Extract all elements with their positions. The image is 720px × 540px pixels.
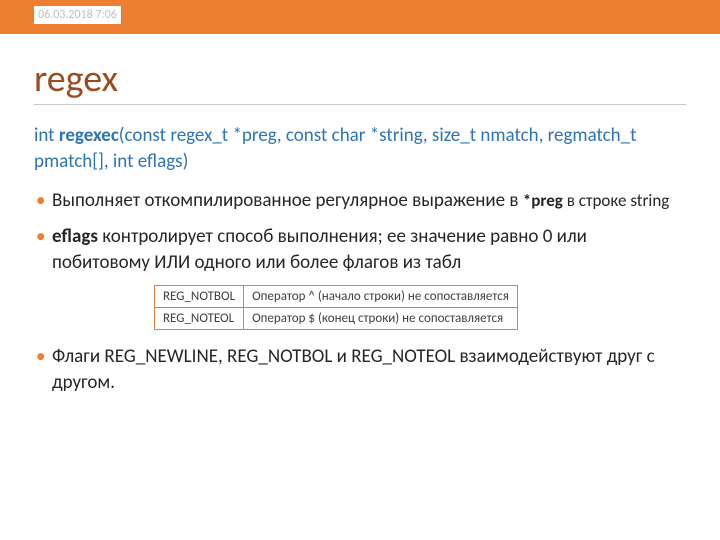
slide-title: regex: [34, 56, 686, 105]
flag-name: REG_NOTBOL: [155, 286, 244, 308]
bullet-item: Флаги REG_NEWLINE, REG_NOTBOL и REG_NOTE…: [34, 344, 686, 395]
flag-desc: Оператор $ (конец строки) не сопоставляе…: [244, 308, 518, 330]
flag-name: REG_NOTEOL: [155, 308, 244, 330]
sig-return: int: [34, 124, 59, 147]
table-row: REG_NOTBOL Оператор ^ (начало строки) не…: [155, 286, 518, 308]
bullet-text: Выполняет откомпилированное регулярное в…: [52, 189, 523, 212]
slide-body: regex int regexec(const regex_t *preg, c…: [0, 34, 720, 395]
bullet-text: контролирует способ выполнения; ее значе…: [52, 225, 587, 274]
table-row: REG_NOTEOL Оператор $ (конец строки) не …: [155, 308, 518, 330]
bullet-strong: *preg: [523, 190, 563, 211]
flags-table: REG_NOTBOL Оператор ^ (начало строки) не…: [154, 285, 518, 330]
timestamp: 06.03.2018 7:06: [34, 6, 121, 24]
function-signature: int regexec(const regex_t *preg, const c…: [34, 123, 686, 174]
bullet-strong: eflags: [52, 225, 98, 248]
bullet-list: Выполняет откомпилированное регулярное в…: [34, 188, 686, 275]
bullet-item: eflags контролирует способ выполнения; е…: [34, 224, 686, 275]
bullet-text: Флаги REG_NEWLINE, REG_NOTBOL и REG_NOTE…: [52, 345, 655, 394]
bullet-text: в строке string: [563, 190, 669, 211]
flag-desc: Оператор ^ (начало строки) не сопоставля…: [244, 286, 518, 308]
sig-args: (const regex_t *preg, const char *string…: [34, 124, 636, 173]
bullet-list: Флаги REG_NEWLINE, REG_NOTBOL и REG_NOTE…: [34, 344, 686, 395]
sig-name: regexec: [59, 124, 119, 147]
bullet-item: Выполняет откомпилированное регулярное в…: [34, 188, 686, 214]
